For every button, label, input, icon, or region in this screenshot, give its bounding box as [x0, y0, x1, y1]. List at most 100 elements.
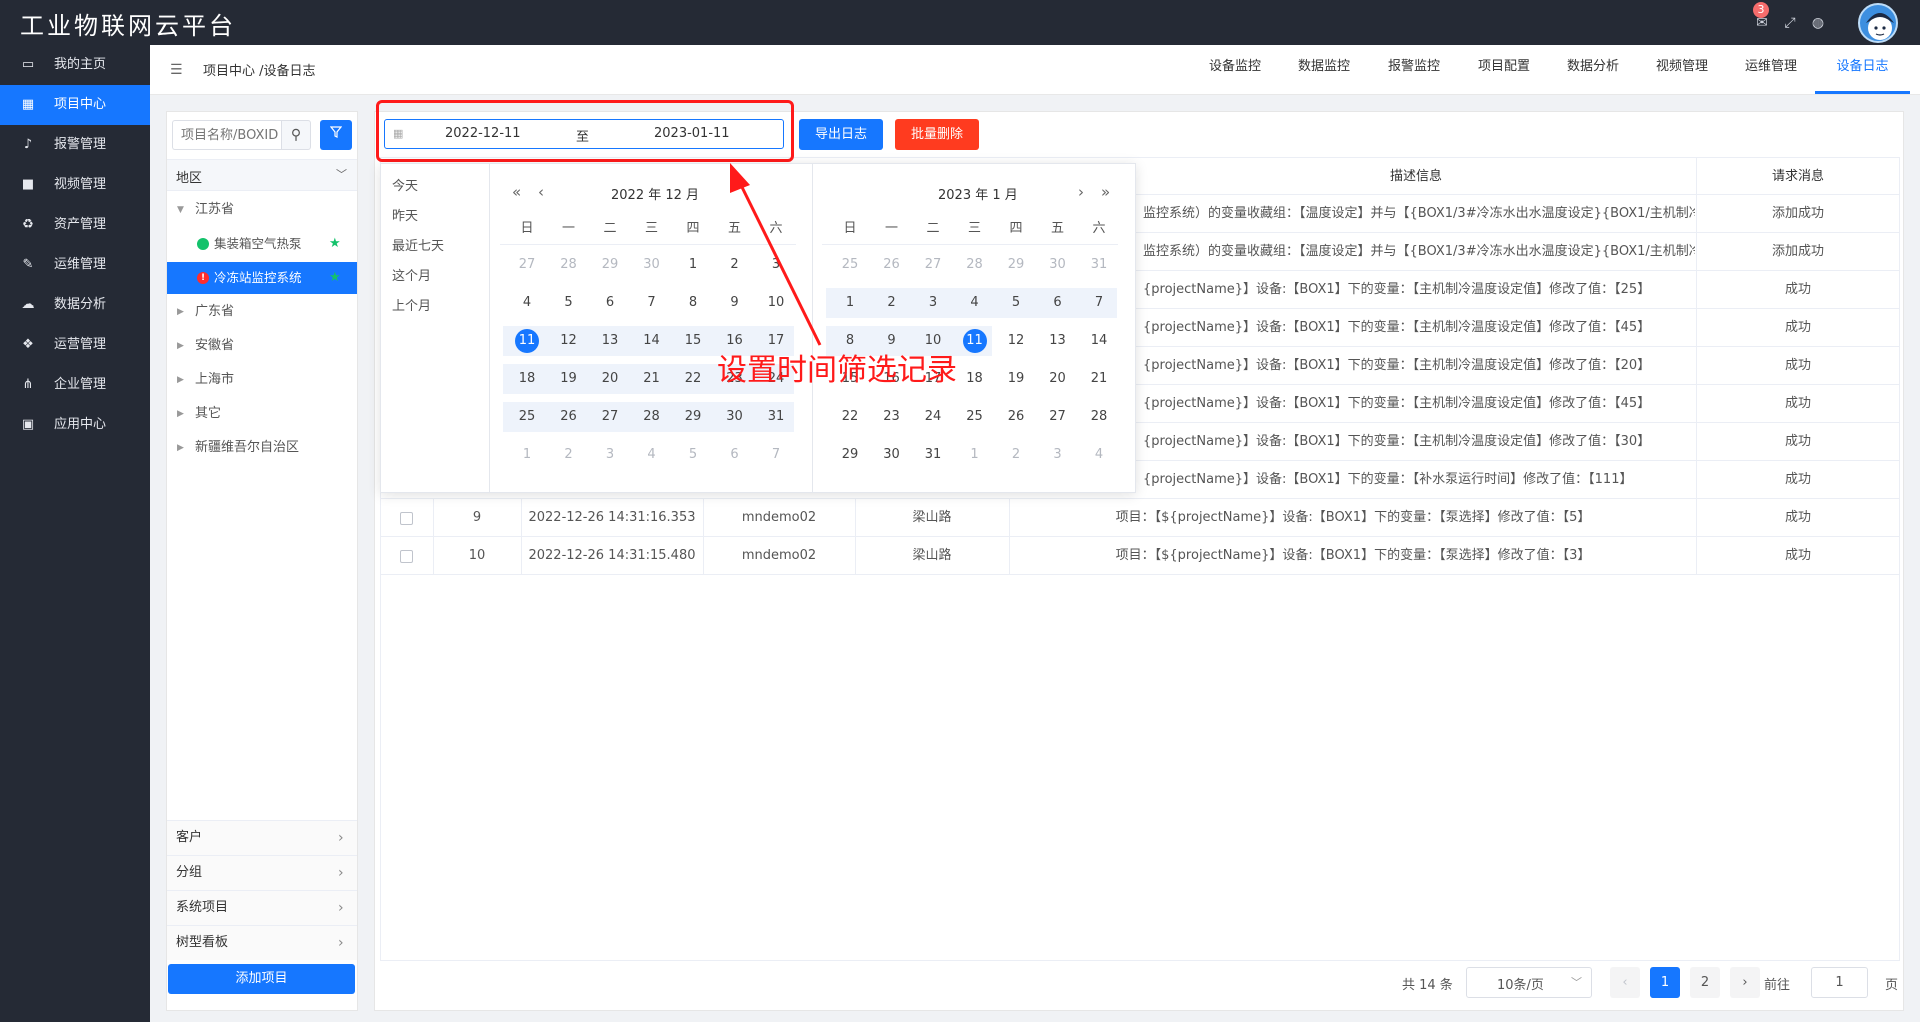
tree-node-jiangsu[interactable]: ▼ 江苏省 — [167, 194, 357, 226]
picker-shortcut-3[interactable]: 这个月 — [392, 265, 431, 284]
left-day-cell[interactable]: 30 — [721, 403, 749, 431]
left-day-cell[interactable]: 5 — [555, 289, 583, 317]
sidebar-item-5[interactable]: ✎ 运维管理 — [0, 245, 150, 285]
chevron-down-icon[interactable]: ﹀ — [336, 166, 347, 182]
right-day-cell[interactable]: 26 — [878, 251, 906, 279]
row-checkbox[interactable] — [400, 512, 413, 525]
caret-right-icon[interactable]: ▶ — [177, 330, 184, 362]
right-day-cell[interactable]: 22 — [836, 403, 864, 431]
sidebar-item-0[interactable]: ▭ 我的主页 — [0, 45, 150, 85]
tab-5[interactable]: 视频管理 — [1642, 45, 1722, 94]
sidebar-item-1[interactable]: ▦ 项目中心 — [0, 85, 150, 125]
batch-delete-button[interactable]: 批量删除 — [895, 119, 979, 150]
tab-6[interactable]: 运维管理 — [1731, 45, 1811, 94]
right-day-cell[interactable]: 27 — [919, 251, 947, 279]
left-day-cell[interactable]: 15 — [679, 327, 707, 355]
right-day-cell[interactable]: 3 — [919, 289, 947, 317]
tree-node-guangdong[interactable]: ▶ 广东省 — [167, 296, 357, 328]
tab-1[interactable]: 数据监控 — [1284, 45, 1364, 94]
left-day-cell[interactable]: 13 — [596, 327, 624, 355]
right-day-cell[interactable]: 11 — [962, 329, 987, 353]
right-day-cell[interactable]: 25 — [836, 251, 864, 279]
left-day-cell[interactable]: 4 — [638, 441, 666, 469]
right-day-cell[interactable]: 2 — [878, 289, 906, 317]
left-day-cell[interactable]: 7 — [762, 441, 790, 469]
right-day-cell[interactable]: 24 — [919, 403, 947, 431]
fullscreen-icon[interactable]: ⤢ — [1781, 14, 1799, 32]
caret-right-icon[interactable]: ▶ — [177, 364, 184, 396]
user-avatar[interactable] — [1858, 3, 1898, 43]
project-search-input[interactable] — [172, 120, 281, 150]
right-day-cell[interactable]: 3 — [1044, 441, 1072, 469]
left-day-cell[interactable]: 27 — [596, 403, 624, 431]
left-day-cell[interactable]: 14 — [638, 327, 666, 355]
left-day-cell[interactable]: 6 — [721, 441, 749, 469]
right-day-cell[interactable]: 30 — [1044, 251, 1072, 279]
left-day-cell[interactable]: 2 — [555, 441, 583, 469]
left-day-cell[interactable]: 11 — [515, 329, 539, 353]
caret-right-icon[interactable]: ▶ — [177, 296, 184, 328]
left-day-cell[interactable]: 28 — [638, 403, 666, 431]
next-page-button[interactable]: › — [1730, 967, 1760, 998]
left-day-cell[interactable]: 18 — [513, 365, 541, 393]
sidebar-item-9[interactable]: ▣ 应用中心 — [0, 405, 150, 445]
left-day-cell[interactable]: 26 — [555, 403, 583, 431]
right-day-cell[interactable]: 2 — [1002, 441, 1030, 469]
left-day-cell[interactable]: 29 — [679, 403, 707, 431]
picker-shortcut-1[interactable]: 昨天 — [392, 205, 418, 224]
add-project-button[interactable]: 添加项目 — [168, 964, 355, 994]
page-button-1[interactable]: 1 — [1650, 967, 1680, 998]
left-day-cell[interactable]: 25 — [513, 403, 541, 431]
accordion-item-2[interactable]: 系统项目 › — [167, 890, 357, 925]
left-day-cell[interactable]: 27 — [513, 251, 541, 279]
right-day-cell[interactable]: 19 — [1002, 365, 1030, 393]
right-day-cell[interactable]: 13 — [1044, 327, 1072, 355]
right-day-cell[interactable]: 5 — [1002, 289, 1030, 317]
left-day-cell[interactable]: 4 — [513, 289, 541, 317]
left-day-cell[interactable]: 7 — [638, 289, 666, 317]
right-day-cell[interactable]: 12 — [1002, 327, 1030, 355]
picker-shortcut-0[interactable]: 今天 — [392, 175, 418, 194]
right-day-cell[interactable]: 23 — [878, 403, 906, 431]
tree-node-container-heatpump[interactable]: 集装箱空气热泵 ★ — [167, 228, 357, 260]
next-year-icon[interactable]: » — [1101, 183, 1110, 201]
left-day-cell[interactable]: 20 — [596, 365, 624, 393]
right-day-cell[interactable]: 21 — [1085, 365, 1113, 393]
right-day-cell[interactable]: 4 — [961, 289, 989, 317]
right-day-cell[interactable]: 25 — [961, 403, 989, 431]
right-day-cell[interactable]: 6 — [1044, 289, 1072, 317]
goto-page-input[interactable] — [1811, 967, 1868, 998]
left-day-cell[interactable]: 21 — [638, 365, 666, 393]
tree-node-cold-station[interactable]: ! 冷冻站监控系统 ★ — [167, 262, 357, 294]
caret-down-icon[interactable]: ▼ — [177, 194, 184, 226]
right-day-cell[interactable]: 4 — [1085, 441, 1113, 469]
accordion-item-3[interactable]: 树型看板 › — [167, 925, 357, 960]
page-button-2[interactable]: 2 — [1690, 967, 1720, 998]
sidebar-item-2[interactable]: ♪ 报警管理 — [0, 125, 150, 165]
sidebar-item-6[interactable]: ☁ 数据分析 — [0, 285, 150, 325]
sidebar-item-8[interactable]: ⋔ 企业管理 — [0, 365, 150, 405]
left-day-cell[interactable]: 12 — [555, 327, 583, 355]
right-day-cell[interactable]: 31 — [919, 441, 947, 469]
right-day-cell[interactable]: 18 — [961, 365, 989, 393]
tab-7[interactable]: 设备日志 — [1815, 45, 1910, 94]
left-day-cell[interactable]: 5 — [679, 441, 707, 469]
right-day-cell[interactable]: 30 — [878, 441, 906, 469]
left-day-cell[interactable]: 30 — [638, 251, 666, 279]
page-size-select[interactable]: 10条/页 ﹀ — [1466, 967, 1592, 998]
sidebar-item-4[interactable]: ♻ 资产管理 — [0, 205, 150, 245]
tab-2[interactable]: 报警监控 — [1374, 45, 1454, 94]
right-day-cell[interactable]: 1 — [961, 441, 989, 469]
sidebar-item-7[interactable]: ❖ 运营管理 — [0, 325, 150, 365]
right-day-cell[interactable]: 27 — [1044, 403, 1072, 431]
filter-icon[interactable] — [320, 120, 352, 150]
right-day-cell[interactable]: 20 — [1044, 365, 1072, 393]
caret-right-icon[interactable]: ▶ — [177, 398, 184, 430]
picker-shortcut-2[interactable]: 最近七天 — [392, 235, 444, 254]
row-checkbox[interactable] — [400, 550, 413, 563]
left-day-cell[interactable]: 28 — [555, 251, 583, 279]
left-day-cell[interactable]: 1 — [679, 251, 707, 279]
star-icon[interactable]: ★ — [329, 228, 341, 260]
next-month-icon[interactable]: › — [1078, 183, 1084, 201]
export-log-button[interactable]: 导出日志 — [799, 119, 883, 150]
